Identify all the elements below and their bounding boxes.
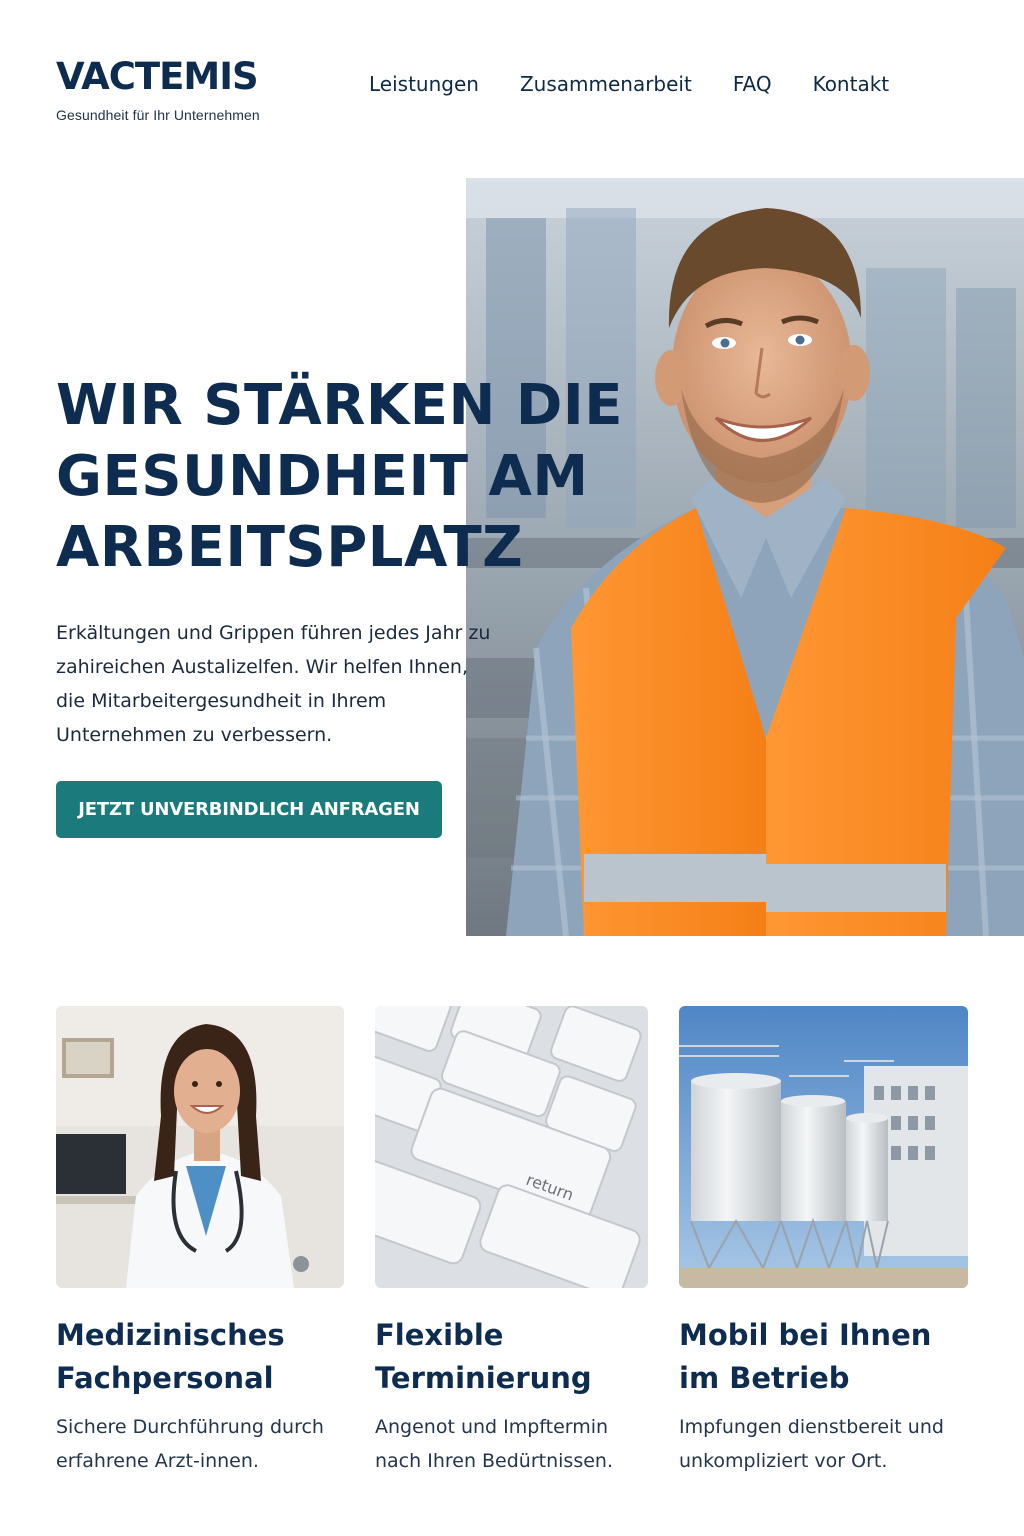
nav-link-zusammenarbeit[interactable]: Zusammenarbeit [520, 72, 692, 96]
feature-text-line: nach Ihren Bedürtnissen. [375, 1450, 614, 1472]
cta-request-button[interactable]: JETZT UNVERBINDLICH ANFRAGEN [56, 781, 442, 838]
hero-headline-line: GESUNDHEIT AM [56, 444, 589, 509]
hero-headline-line: WIR STÄRKEN DIE [56, 373, 623, 438]
feature-text-line: Impfungen dienstbereit und [679, 1416, 944, 1438]
feature-text-line: erfahrene Arzt-innen. [56, 1450, 259, 1472]
hero-description-line: zahireichen Austalizelfen. Wir helfen Ih… [56, 656, 469, 678]
logo-tagline: Gesundheit für Ihr Unternehmen [56, 107, 260, 123]
feature-title-line: Terminierung [375, 1361, 592, 1395]
hero-description-line: die Mitarbeitergesundheit in Ihrem [56, 690, 387, 712]
logo[interactable]: VACTEMIS Gesundheit für Ihr Unternehmen [56, 58, 260, 123]
feature-text-line: unkompliziert vor Ort. [679, 1450, 888, 1472]
hero-headline: WIR STÄRKEN DIE GESUNDHEIT AM ARBEITSPLA… [56, 370, 623, 583]
nav-link-leistungen[interactable]: Leistungen [369, 72, 479, 96]
hero-description-line: Unternehmen zu verbessern. [56, 724, 333, 746]
feature-title-flexible-scheduling: Flexible Terminierung [375, 1314, 592, 1400]
feature-text-medical-staff: Sichere Durchführung durch erfahrene Arz… [56, 1410, 324, 1478]
main-navigation: Leistungen Zusammenarbeit FAQ Kontakt [369, 72, 889, 96]
feature-title-line: Mobil bei Ihnen [679, 1318, 932, 1352]
feature-title-line: Fachpersonal [56, 1361, 274, 1395]
nav-link-kontakt[interactable]: Kontakt [813, 72, 890, 96]
feature-image-keyboard: return [375, 1006, 648, 1288]
feature-title-line: im Betrieb [679, 1361, 850, 1395]
feature-image-factory-silos [679, 1006, 968, 1288]
feature-title-line: Flexible [375, 1318, 504, 1352]
hero-description: Erkältungen und Grippen führen jedes Jah… [56, 616, 496, 752]
feature-title-line: Medizinisches [56, 1318, 285, 1352]
feature-title-medical-staff: Medizinisches Fachpersonal [56, 1314, 285, 1400]
logo-wordmark: VACTEMIS [56, 55, 259, 98]
feature-text-line: Sichere Durchführung durch [56, 1416, 324, 1438]
feature-image-doctor [56, 1006, 344, 1288]
hero-headline-line: ARBEITSPLATZ [56, 515, 524, 580]
feature-title-mobile-on-site: Mobil bei Ihnen im Betrieb [679, 1314, 931, 1400]
feature-text-line: Angenot und Impftermin [375, 1416, 609, 1438]
feature-text-flexible-scheduling: Angenot und Impftermin nach Ihren Bedürt… [375, 1410, 613, 1478]
hero-description-line: Erkältungen und Grippen führen jedes Jah… [56, 622, 491, 644]
feature-text-mobile-on-site: Impfungen dienstbereit und unkompliziert… [679, 1410, 944, 1478]
nav-link-faq[interactable]: FAQ [733, 72, 772, 96]
